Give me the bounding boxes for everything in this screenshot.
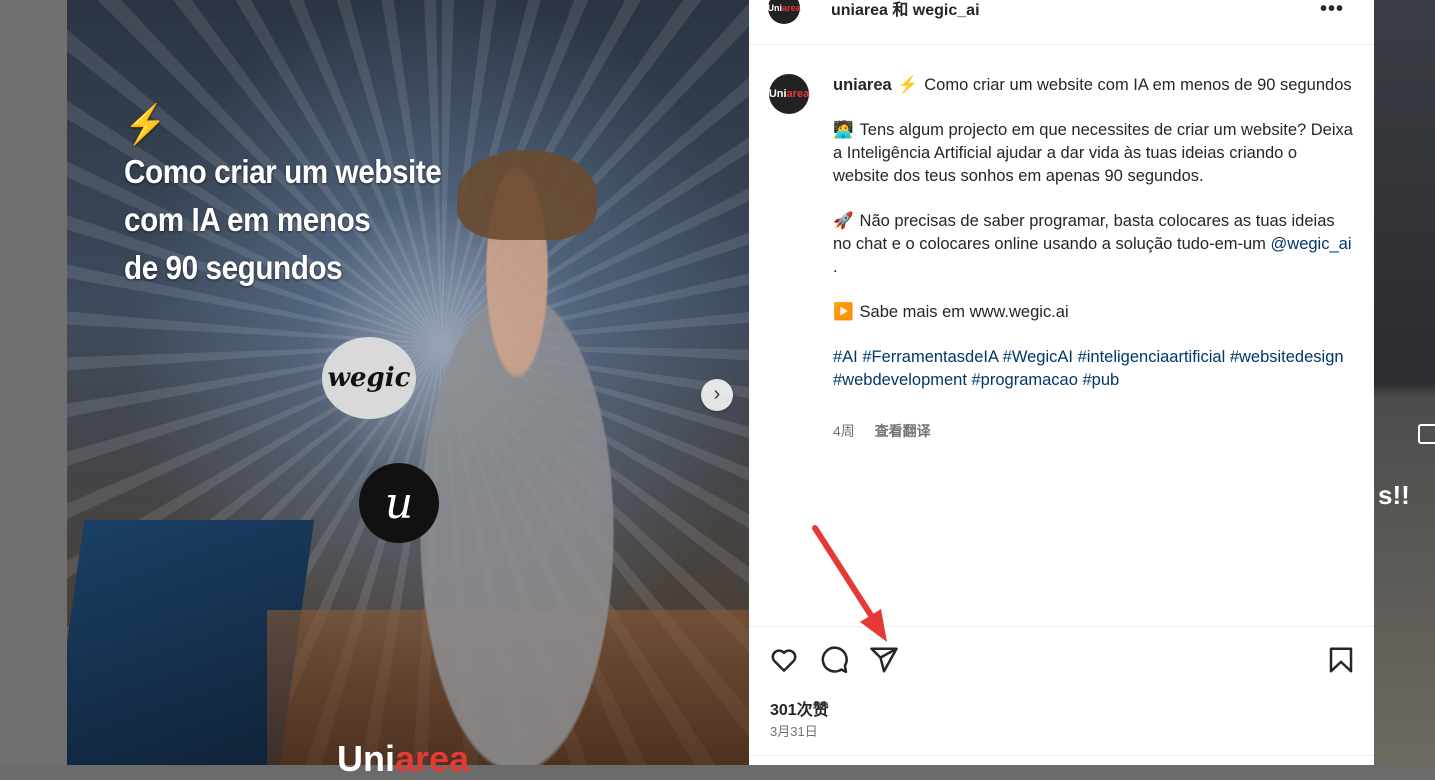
chevron-right-icon[interactable]: › <box>701 379 733 411</box>
see-translation-link[interactable]: 查看翻译 <box>875 423 931 439</box>
avatar[interactable]: Uni area <box>767 0 801 24</box>
play-icon: ▶️ <box>833 302 854 321</box>
avatar-area: area <box>786 88 810 100</box>
brand-uni: Uni <box>337 738 395 779</box>
avatar-area: area <box>781 3 801 13</box>
bolt-icon: ⚡ <box>124 104 167 146</box>
caption-avatar[interactable]: Uni area <box>769 74 809 114</box>
share-icon[interactable] <box>869 645 899 675</box>
heart-icon[interactable] <box>769 645 799 675</box>
like-count[interactable]: 301次赞 <box>770 696 829 720</box>
media-headline: ⚡ Como criar um website com IA em menos … <box>124 102 442 292</box>
rocket-icon: 🚀 <box>833 212 854 231</box>
post-date: 3月31日 <box>770 724 818 739</box>
action-bar <box>749 626 1374 687</box>
post-header: Uni area uniarea 和 wegic_ai ••• <box>749 0 1374 45</box>
bookmark-icon[interactable] <box>1326 645 1356 675</box>
caption-title: Como criar um website com IA em menos de… <box>924 76 1352 94</box>
divider <box>749 755 1374 756</box>
caption-paragraph: Não precisas de saber programar, basta c… <box>833 212 1335 253</box>
more-icon[interactable]: ••• <box>1320 0 1344 21</box>
headline-line: com IA em menos <box>124 201 371 238</box>
wegic-logo: wegic <box>322 337 416 419</box>
caption-meta: 4周 查看翻译 <box>833 421 931 441</box>
comment-icon[interactable] <box>819 645 849 675</box>
mention-link[interactable]: @wegic_ai <box>1271 235 1352 253</box>
avatar-uni: Uni <box>767 3 782 13</box>
caption-period: . <box>833 257 838 276</box>
caption-paragraph: Tens algum projecto em que necessites de… <box>833 121 1353 185</box>
media-hair <box>457 150 597 240</box>
media-brand: Uniarea <box>337 738 469 780</box>
hashtags[interactable]: #AI #FerramentasdeIA #WegicAI #inteligen… <box>833 346 1353 391</box>
peek-text: s!! <box>1378 480 1410 510</box>
headline-line: Como criar um website <box>124 153 442 190</box>
carousel-icon <box>1418 424 1435 444</box>
caption-paragraph: Sabe mais em www.wegic.ai <box>859 302 1069 321</box>
caption-username[interactable]: uniarea <box>833 76 892 94</box>
post-age: 4周 <box>833 423 855 439</box>
background-left <box>0 0 67 765</box>
avatar-uni: Uni <box>768 88 787 100</box>
u-logo: u <box>359 463 439 543</box>
post-caption: uniarea ⚡ Como criar um website com IA em … <box>833 74 1353 392</box>
next-post-peek[interactable]: s!! <box>1374 0 1435 765</box>
bolt-icon: ⚡ <box>897 76 919 94</box>
post-panel: Uni area uniarea 和 wegic_ai ••• Uni area u… <box>749 0 1374 765</box>
header-usernames[interactable]: uniarea 和 wegic_ai <box>831 0 980 20</box>
technologist-icon: 🧑‍💻 <box>833 121 854 140</box>
brand-area: area <box>395 738 470 779</box>
headline-line: de 90 segundos <box>124 249 343 286</box>
